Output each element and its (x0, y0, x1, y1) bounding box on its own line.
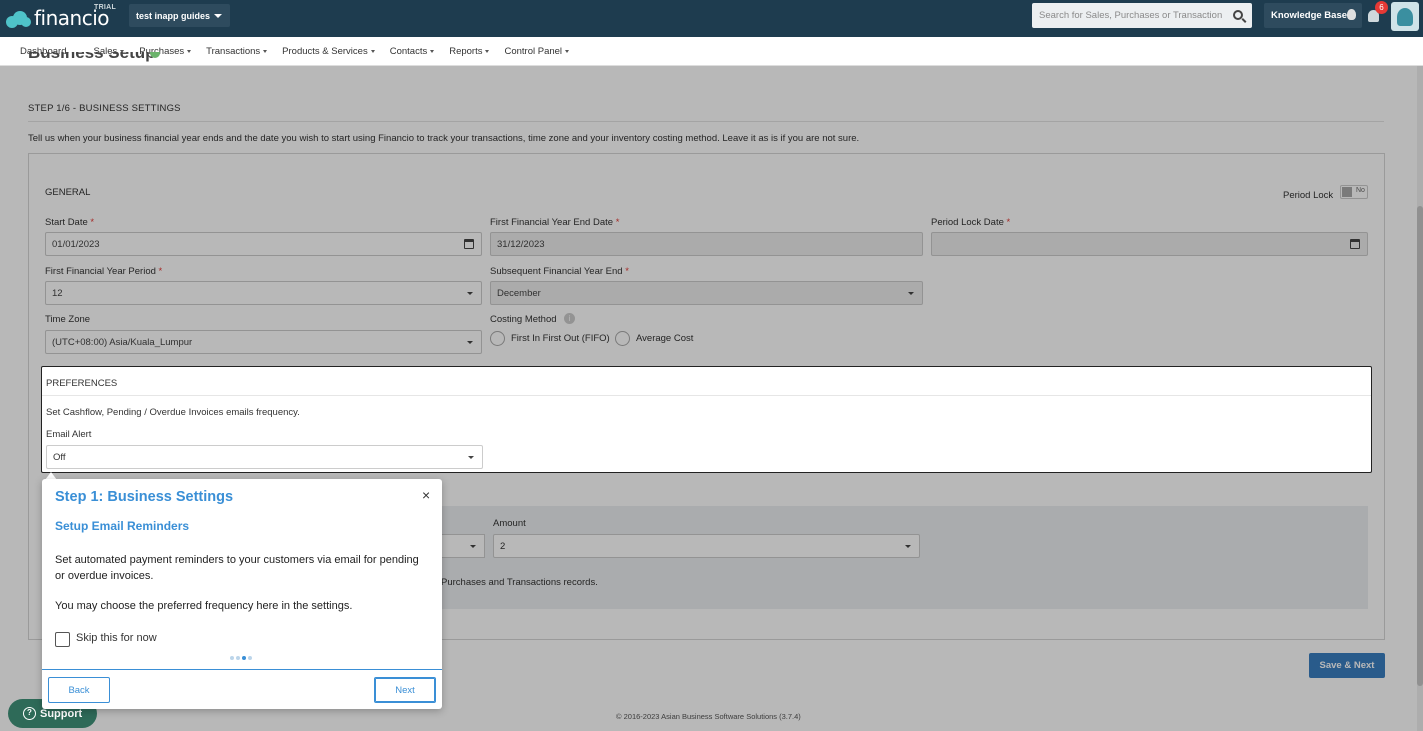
caret-down-icon (485, 49, 490, 53)
skip-checkbox[interactable] (55, 632, 70, 647)
tooltip-paragraph: Set automated payment reminders to your … (55, 554, 419, 582)
caret-down-icon (565, 49, 570, 53)
company-name: test inapp guides (136, 10, 211, 21)
tooltip-title: Step 1: Business Settings (55, 489, 234, 505)
help-icon[interactable] (150, 52, 160, 58)
top-bar: financio TRIAL test inapp guides Knowled… (0, 0, 1423, 37)
nav-label: Control Panel (504, 45, 563, 57)
caret-down-icon (214, 14, 222, 18)
email-alert-label: Email Alert (46, 429, 92, 440)
search-icon[interactable] (1233, 10, 1243, 20)
knowledge-base-button[interactable]: Knowledge Base (1264, 3, 1362, 28)
email-alert-select[interactable]: Off (46, 445, 483, 469)
divider (42, 395, 1371, 396)
nav-contacts[interactable]: Contacts (390, 46, 435, 57)
progress-dot (248, 656, 252, 660)
next-button[interactable]: Next (374, 677, 436, 703)
nav-reports[interactable]: Reports (449, 45, 490, 57)
nav-label: Products & Services (282, 45, 368, 57)
page-title-container: Business Setup (20, 52, 220, 66)
knowledge-base-label: Knowledge Base (1271, 10, 1348, 21)
page-title: Business Setup (28, 52, 156, 62)
caret-down-icon (468, 456, 474, 459)
preferences-title: PREFERENCES (46, 378, 118, 389)
skip-label[interactable]: Skip this for now (76, 632, 157, 644)
caret-down-icon (370, 49, 375, 53)
tooltip-paragraph: You may choose the preferred frequency h… (55, 600, 353, 612)
progress-dot (230, 656, 234, 660)
cloud-icon (6, 8, 32, 28)
tour-tooltip: Step 1: Business Settings × Setup Email … (42, 479, 442, 709)
caret-down-icon (263, 49, 268, 53)
notification-badge: 6 (1375, 1, 1388, 14)
company-selector[interactable]: test inapp guides (129, 4, 230, 27)
avatar[interactable] (1391, 2, 1419, 31)
search-input[interactable] (1032, 3, 1222, 28)
trial-badge: TRIAL (94, 4, 117, 11)
progress-dot-active (242, 656, 246, 660)
global-search (1032, 3, 1252, 28)
back-button[interactable]: Back (48, 677, 110, 703)
nav-label: Reports (449, 45, 483, 57)
divider (42, 669, 442, 670)
lightbulb-icon (1347, 9, 1356, 20)
progress-dots (230, 656, 252, 660)
nav-label: Contacts (389, 45, 428, 57)
help-icon: ? (23, 707, 36, 720)
caret-down-icon (430, 49, 435, 53)
field-value: Off (53, 451, 66, 463)
tooltip-subtitle: Setup Email Reminders (55, 519, 190, 533)
nav-products-services[interactable]: Products & Services (282, 46, 375, 57)
nav-control-panel[interactable]: Control Panel (504, 45, 570, 57)
preferences-section: PREFERENCES Set Cashflow, Pending / Over… (41, 366, 1372, 473)
support-label: Support (40, 707, 83, 720)
progress-dot (236, 656, 240, 660)
preferences-description: Set Cashflow, Pending / Overdue Invoices… (46, 407, 300, 418)
close-icon[interactable]: × (422, 487, 430, 503)
